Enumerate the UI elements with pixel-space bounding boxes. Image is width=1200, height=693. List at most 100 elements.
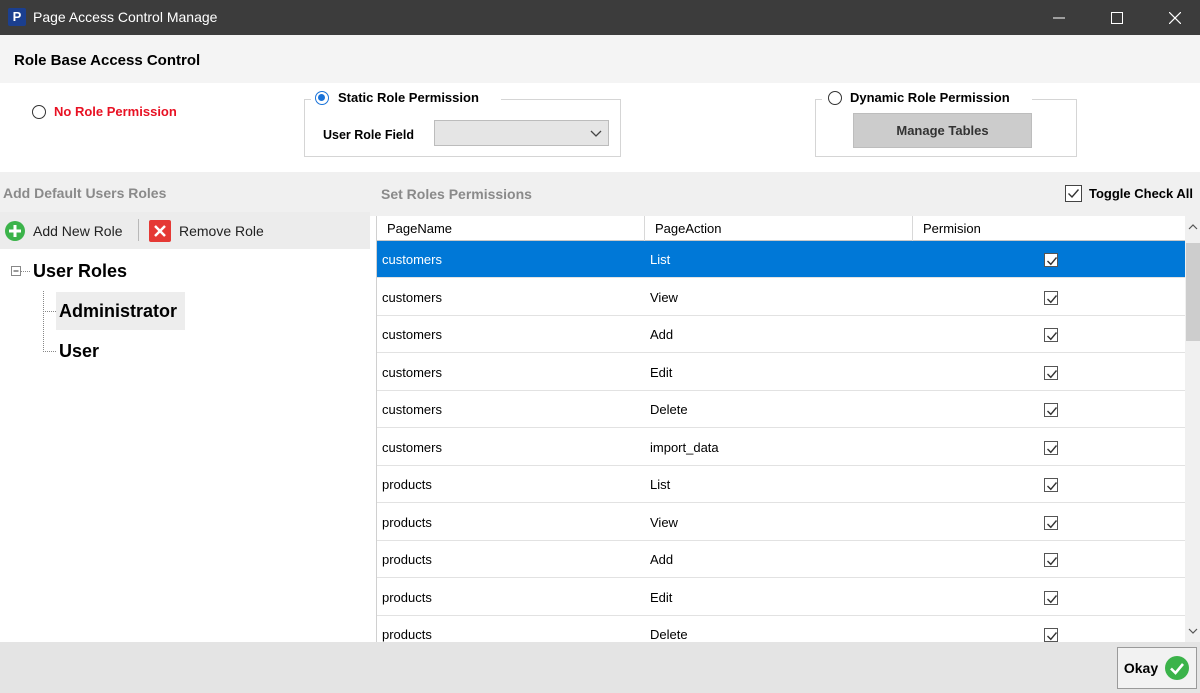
checkmark-icon: [1047, 369, 1058, 378]
permissions-grid: PageName PageAction Permision customers L…: [376, 216, 1200, 642]
close-icon: [1169, 11, 1181, 24]
table-row[interactable]: customers View: [377, 279, 1185, 316]
checkmark-icon: [1047, 632, 1058, 641]
cell-pagename[interactable]: customers: [382, 316, 442, 353]
dynamic-role-permission-radio[interactable]: [828, 91, 842, 105]
toggle-check-all-label: Toggle Check All: [1089, 185, 1194, 201]
cell-pageaction[interactable]: Edit: [650, 354, 672, 391]
tree-connector: [43, 351, 56, 352]
title-bar: P Page Access Control Manage: [0, 0, 1200, 35]
tree-connector: [21, 271, 30, 272]
permission-checkbox[interactable]: [1044, 328, 1058, 342]
vertical-scrollbar[interactable]: [1185, 216, 1200, 642]
header-bar: Role Base Access Control: [0, 35, 1200, 83]
cell-pagename[interactable]: products: [382, 579, 432, 616]
cell-pagename[interactable]: products: [382, 466, 432, 503]
footer-bar: [0, 642, 1200, 693]
permission-checkbox[interactable]: [1044, 515, 1058, 530]
cell-pagename[interactable]: customers: [382, 279, 442, 316]
cell-pageaction[interactable]: List: [650, 241, 670, 278]
static-role-permission-radio[interactable]: [315, 91, 329, 105]
permission-checkbox[interactable]: [1044, 440, 1058, 455]
column-header-pagename[interactable]: PageName: [377, 216, 645, 241]
scroll-down-button[interactable]: [1185, 623, 1200, 639]
cell-pageaction[interactable]: Delete: [650, 391, 688, 428]
chevron-down-icon: [1188, 628, 1198, 634]
okay-button[interactable]: Okay: [1117, 647, 1197, 689]
permission-checkbox[interactable]: [1044, 553, 1058, 567]
permission-checkbox[interactable]: [1044, 403, 1058, 417]
scroll-up-button[interactable]: [1185, 219, 1200, 235]
table-row[interactable]: customers Delete: [377, 391, 1185, 428]
grid-header: PageName PageAction Permision: [377, 216, 1185, 241]
check-circle-icon: [1165, 656, 1190, 680]
scrollbar-thumb[interactable]: [1186, 243, 1200, 341]
maximize-button[interactable]: [1088, 0, 1146, 35]
cell-pagename[interactable]: customers: [382, 241, 442, 278]
user-role-field-select[interactable]: [434, 120, 609, 146]
cell-pageaction[interactable]: Delete: [650, 616, 688, 642]
permission-checkbox[interactable]: [1044, 590, 1058, 605]
checkbox-checked-icon: [1065, 184, 1082, 202]
table-row[interactable]: customers Edit: [377, 354, 1185, 391]
permissions-panel-title: Set Roles Permissions: [381, 186, 532, 202]
column-header-pageaction[interactable]: PageAction: [645, 216, 913, 241]
collapse-icon[interactable]: [11, 266, 21, 276]
roles-panel-title: Add Default Users Roles: [3, 185, 167, 201]
user-role-field-label: User Role Field: [323, 128, 414, 142]
cell-pageaction[interactable]: Edit: [650, 579, 672, 616]
tree-item-administrator[interactable]: Administrator: [59, 301, 177, 322]
dynamic-role-permission-label[interactable]: Dynamic Role Permission: [850, 90, 1010, 105]
cell-pagename[interactable]: products: [382, 616, 432, 642]
cell-pageaction[interactable]: Add: [650, 316, 673, 353]
no-role-permission-radio[interactable]: [32, 105, 46, 119]
table-row[interactable]: products Add: [377, 541, 1185, 578]
checkmark-icon: [1047, 257, 1058, 266]
tree-connector: [43, 291, 44, 352]
remove-role-button[interactable]: Remove Role: [149, 212, 264, 249]
cell-pagename[interactable]: customers: [382, 354, 442, 391]
minimize-icon: [1053, 17, 1065, 18]
add-icon: [5, 220, 25, 241]
checkmark-icon: [1047, 482, 1058, 491]
permission-checkbox[interactable]: [1044, 290, 1058, 305]
permission-checkbox[interactable]: [1044, 478, 1058, 492]
table-row[interactable]: customers Add: [377, 316, 1185, 353]
cell-pageaction[interactable]: View: [650, 279, 678, 316]
table-row[interactable]: customers List: [377, 241, 1185, 278]
manage-tables-button[interactable]: Manage Tables: [853, 113, 1032, 148]
permission-checkbox[interactable]: [1044, 365, 1058, 380]
no-role-permission-label[interactable]: No Role Permission: [54, 104, 177, 119]
tree-item-user[interactable]: User: [59, 341, 99, 362]
column-header-permision[interactable]: Permision: [913, 216, 1185, 241]
add-new-role-button[interactable]: Add New Role: [4, 212, 123, 249]
table-row[interactable]: products View: [377, 504, 1185, 541]
cell-pagename[interactable]: products: [382, 504, 432, 541]
table-row[interactable]: products Edit: [377, 579, 1185, 616]
cell-pageaction[interactable]: List: [650, 466, 670, 503]
chevron-down-icon: [590, 130, 602, 137]
cell-pageaction[interactable]: Add: [650, 541, 673, 578]
checkmark-icon: [1047, 557, 1058, 566]
table-row[interactable]: products Delete: [377, 616, 1185, 642]
window-title: Page Access Control Manage: [33, 9, 218, 25]
close-button[interactable]: [1146, 0, 1200, 35]
permission-checkbox[interactable]: [1044, 253, 1058, 267]
static-role-permission-label[interactable]: Static Role Permission: [338, 90, 479, 105]
remove-icon: [149, 219, 171, 242]
cell-pageaction[interactable]: View: [650, 504, 678, 541]
cell-pageaction[interactable]: import_data: [650, 429, 719, 466]
checkmark-icon: [1047, 594, 1058, 603]
toggle-check-all[interactable]: Toggle Check All: [1065, 184, 1193, 202]
cell-pagename[interactable]: products: [382, 541, 432, 578]
tree-root-user-roles[interactable]: User Roles: [33, 261, 127, 282]
cell-pagename[interactable]: customers: [382, 429, 442, 466]
permission-checkbox[interactable]: [1044, 628, 1058, 642]
page-title: Role Base Access Control: [14, 52, 201, 69]
table-row[interactable]: products List: [377, 466, 1185, 503]
toolbar-divider: [138, 219, 139, 241]
tree-connector: [43, 311, 56, 312]
cell-pagename[interactable]: customers: [382, 391, 442, 428]
minimize-button[interactable]: [1030, 0, 1088, 35]
table-row[interactable]: customers import_data: [377, 429, 1185, 466]
